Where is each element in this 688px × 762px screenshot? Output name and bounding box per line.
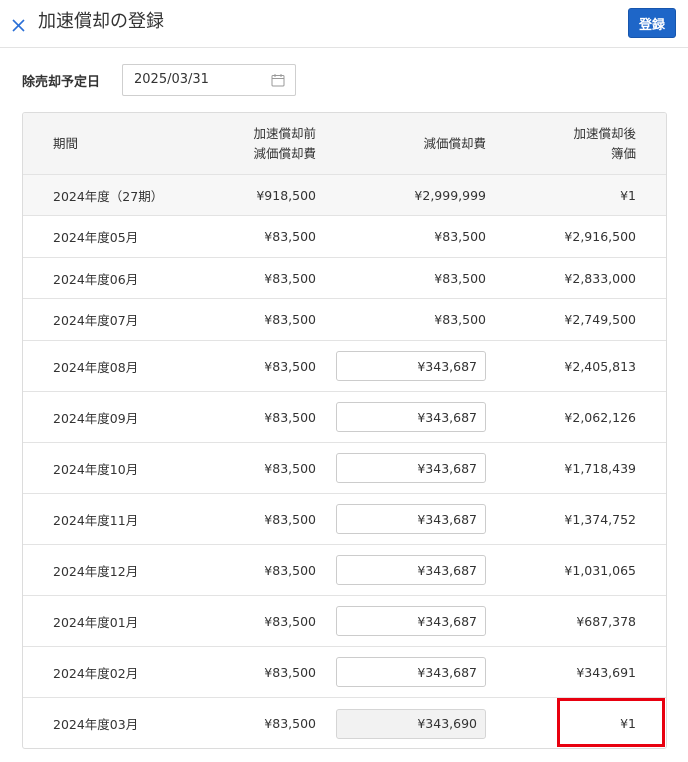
row-before: ¥83,500 [264, 409, 316, 425]
header-before-line1: 加速償却前 [253, 125, 316, 141]
row-before: ¥83,500 [264, 664, 316, 680]
header-before-depreciation: 加速償却前減価償却費 [173, 113, 316, 174]
row-depreciation-cell: ¥343,687 [336, 647, 486, 697]
row-before: ¥918,500 [256, 187, 316, 203]
row-depreciation-cell: ¥343,687 [336, 596, 486, 646]
depreciation-table: 期間 加速償却前 減価償却費 減価償却費 加速償却後 簿価 2024年度（27期） … [22, 112, 667, 749]
depreciation-input[interactable]: ¥343,687 [336, 606, 486, 636]
row-before: ¥83,500 [264, 358, 316, 374]
depreciation-input[interactable]: ¥343,687 [336, 453, 486, 483]
table-row: 2024年度（27期） ¥918,500 ¥2,999,999 ¥1 [23, 175, 666, 216]
depreciation-input[interactable]: ¥343,687 [336, 657, 486, 687]
header-book-value: 加速償却後簿価 [506, 113, 636, 174]
calendar-icon[interactable] [271, 73, 285, 87]
row-after: ¥2,833,000 [564, 270, 636, 286]
row-before: ¥83,500 [264, 716, 316, 731]
table-row: 2024年度07月 ¥83,500 ¥83,500 ¥2,749,500 [23, 299, 666, 341]
dialog-header: 加速償却の登録 登録 [0, 0, 688, 48]
header-after-line1: 加速償却後 [573, 125, 636, 141]
row-after: ¥1 [620, 716, 636, 731]
depreciation-input[interactable]: ¥343,687 [336, 402, 486, 432]
depreciation-input[interactable]: ¥343,687 [336, 555, 486, 585]
table-row: 2024年度11月 ¥83,500 ¥343,687 ¥1,374,752 [23, 494, 666, 545]
row-before: ¥83,500 [264, 229, 316, 244]
row-after: ¥1,718,439 [564, 460, 636, 476]
close-button[interactable] [9, 14, 29, 34]
row-depreciation: ¥83,500 [434, 270, 486, 286]
table-row: 2024年度06月 ¥83,500 ¥83,500 ¥2,833,000 [23, 258, 666, 299]
row-before: ¥83,500 [264, 270, 316, 286]
row-before: ¥83,500 [264, 613, 316, 629]
disposal-date-label: 除売却予定日 [22, 75, 101, 90]
row-after: ¥1,374,752 [564, 511, 636, 527]
row-after: ¥1,031,065 [564, 562, 636, 578]
row-depreciation-cell: ¥343,687 [336, 443, 486, 493]
row-before: ¥83,500 [264, 562, 316, 578]
row-before: ¥83,500 [264, 312, 316, 327]
table-row: 2024年度10月 ¥83,500 ¥343,687 ¥1,718,439 [23, 443, 666, 494]
row-depreciation-cell: ¥343,687 [336, 392, 486, 442]
depreciation-input-disabled: ¥343,690 [336, 708, 486, 739]
disposal-date-value: 2025/03/31 [134, 72, 209, 87]
header-before-line2: 減価償却費 [253, 145, 316, 161]
register-button[interactable]: 登録 [628, 8, 676, 38]
row-before: ¥83,500 [264, 511, 316, 527]
row-after: ¥2,749,500 [564, 312, 636, 327]
table-row: 2024年度09月 ¥83,500 ¥343,687 ¥2,062,126 [23, 392, 666, 443]
depreciation-input[interactable]: ¥343,687 [336, 504, 486, 534]
depreciation-input[interactable]: ¥343,687 [336, 351, 486, 381]
table-row: 2024年度12月 ¥83,500 ¥343,687 ¥1,031,065 [23, 545, 666, 596]
table-row: 2024年度01月 ¥83,500 ¥343,687 ¥687,378 [23, 596, 666, 647]
header-depreciation: 減価償却費 [423, 135, 486, 151]
row-depreciation: ¥2,999,999 [414, 187, 486, 203]
row-after: ¥687,378 [576, 613, 636, 629]
row-after: ¥1 [620, 187, 636, 203]
row-after: ¥2,405,813 [564, 358, 636, 374]
disposal-date-input[interactable]: 2025/03/31 [122, 64, 296, 96]
row-depreciation-cell: ¥343,690 [336, 698, 486, 748]
row-depreciation: ¥83,500 [434, 229, 486, 244]
row-depreciation: ¥83,500 [434, 312, 486, 327]
row-after: ¥343,691 [576, 664, 636, 680]
table-row: 2024年度08月 ¥83,500 ¥343,687 ¥2,405,813 [23, 341, 666, 392]
row-depreciation-cell: ¥343,687 [336, 545, 486, 595]
table-row: 2024年度05月 ¥83,500 ¥83,500 ¥2,916,500 [23, 216, 666, 258]
dialog-title: 加速償却の登録 [38, 11, 164, 32]
row-before: ¥83,500 [264, 460, 316, 476]
close-icon [12, 19, 25, 32]
row-depreciation-cell: ¥343,687 [336, 494, 486, 544]
row-depreciation-cell: ¥343,687 [336, 341, 486, 391]
table-row: 2024年度03月 ¥83,500 ¥343,690 ¥1 [23, 698, 666, 748]
table-header-row: 期間 加速償却前 減価償却費 減価償却費 加速償却後 簿価 [23, 113, 666, 175]
row-after: ¥2,062,126 [564, 409, 636, 425]
table-row: 2024年度02月 ¥83,500 ¥343,687 ¥343,691 [23, 647, 666, 698]
row-after: ¥2,916,500 [564, 229, 636, 244]
header-after-line2: 簿価 [610, 145, 636, 161]
